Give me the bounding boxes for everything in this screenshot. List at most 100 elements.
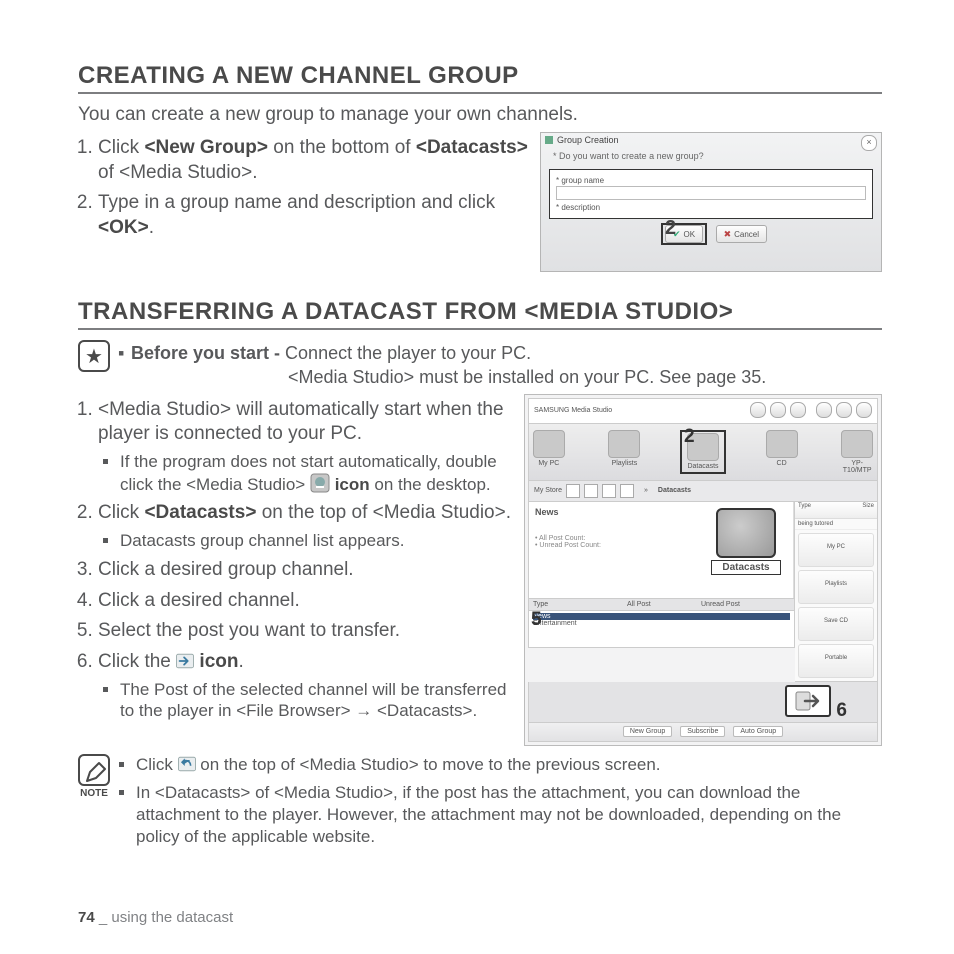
transfer-button-highlight: [785, 685, 831, 717]
before-you-start-text: ▪ Before you start - Connect the player …: [118, 340, 766, 390]
step-4: Click a desired channel.: [98, 589, 512, 614]
figure-media-studio: SAMSUNG Media Studio 2 My PC Playlists D…: [524, 394, 882, 746]
side-tab-mypc[interactable]: My PC: [798, 533, 874, 567]
heading-transfer-datacast: TRANSFERRING A DATACAST FROM <MEDIA STUD…: [78, 298, 882, 330]
tab-cd[interactable]: CD: [762, 430, 802, 474]
ms-titlebar: SAMSUNG Media Studio: [528, 398, 878, 424]
t: CD: [777, 460, 787, 467]
t: Entertainment: [533, 620, 603, 627]
ms-toolbar: My Store » Datacasts: [528, 481, 878, 502]
step-1: <Media Studio> will automatically start …: [98, 398, 512, 496]
breadcrumb-datacasts: Datacasts: [658, 487, 691, 494]
dialog-buttons: 2 ✔OK ✖Cancel: [541, 223, 881, 245]
note-block: NOTE Click on the top of <Media Studio> …: [78, 754, 882, 854]
toolbar-icon[interactable]: [620, 484, 634, 498]
toolbar-icon[interactable]: [602, 484, 616, 498]
col-unread: Unread Post: [701, 601, 740, 608]
t: on the desktop.: [370, 475, 491, 494]
steps-transfer: <Media Studio> will automatically start …: [78, 398, 512, 729]
t: on the top of <Media Studio> to move to …: [200, 755, 660, 774]
ms-right-pane: Type Size being tutored My PC Playlists S…: [795, 502, 878, 682]
sub-1: If the program does not start automatica…: [120, 451, 512, 496]
toolbar-icon[interactable]: [584, 484, 598, 498]
tab-playlists[interactable]: Playlists: [605, 430, 645, 474]
ms-brand: SAMSUNG Media Studio: [534, 407, 612, 414]
new-group-button[interactable]: New Group: [623, 726, 672, 737]
back-arrow-icon: [178, 756, 196, 772]
t: Playlists: [612, 460, 638, 467]
callout-6: 6: [836, 700, 847, 722]
t: <Media Studio> must be installed on your…: [118, 367, 766, 387]
t: <Datacasts>: [144, 502, 256, 523]
t: [627, 613, 677, 620]
datacasts-folder-icon[interactable]: [716, 508, 776, 558]
media-studio-desktop-icon: [310, 473, 330, 493]
ms-left-pane: News • All Post Count: • Unread Post Cou…: [529, 502, 794, 598]
substeps: The Post of the selected channel will be…: [98, 679, 512, 723]
callout-5: 5: [531, 609, 542, 631]
note-icon-col: NOTE: [78, 754, 110, 799]
note-1: Click on the top of <Media Studio> to mo…: [136, 754, 882, 776]
star-icon: ★: [78, 340, 110, 372]
ms-group-grid: Type All Post Unread Post 5 News: [528, 599, 795, 648]
t: My PC: [538, 460, 559, 467]
t: <New Group>: [144, 137, 268, 158]
side-tab-savecd[interactable]: Save CD: [798, 607, 874, 641]
t: All Post Count:: [539, 535, 585, 542]
t: Do you want to create a new group?: [559, 151, 704, 161]
window-control-icon[interactable]: [770, 402, 786, 418]
ms-transfer-bar: 6: [528, 682, 878, 723]
dialog-fields: * group name * description: [549, 169, 873, 219]
window-control-icon[interactable]: [750, 402, 766, 418]
t: Size: [862, 503, 874, 517]
t: Click: [98, 502, 144, 523]
col-allpost: All Post: [627, 601, 677, 608]
t: icon: [335, 475, 370, 494]
window-control-icon[interactable]: [836, 402, 852, 418]
t: _: [95, 909, 112, 926]
auto-group-button[interactable]: Auto Group: [733, 726, 783, 737]
t: <Media Studio> will automatically start …: [98, 399, 504, 445]
t: on the top of <Media Studio>.: [256, 502, 511, 523]
t: Click the: [98, 651, 176, 672]
window-control-icon[interactable]: [790, 402, 806, 418]
intro-text: You can create a new group to manage you…: [78, 104, 882, 126]
col-type: Type: [533, 601, 603, 608]
tab-device[interactable]: YP-T10/MTP: [837, 430, 877, 474]
t: <OK>: [98, 217, 149, 238]
step-5: Select the post you want to transfer.: [98, 619, 512, 644]
transfer-arrow-icon[interactable]: [795, 691, 821, 711]
close-icon[interactable]: ×: [861, 135, 877, 151]
input-group-name[interactable]: [556, 186, 866, 200]
note-label: NOTE: [78, 788, 110, 799]
t: Cancel: [734, 230, 759, 239]
cancel-button[interactable]: ✖Cancel: [716, 225, 767, 243]
substeps: If the program does not start automatica…: [98, 451, 512, 496]
t: of <Media Studio>.: [98, 162, 258, 183]
side-tab-playlists[interactable]: Playlists: [798, 570, 874, 604]
subscribe-button[interactable]: Subscribe: [680, 726, 725, 737]
tab-mypc[interactable]: My PC: [529, 430, 569, 474]
datacasts-folder-highlight: Datacasts: [711, 508, 781, 575]
grid-row[interactable]: Entertainment: [533, 620, 790, 627]
grid-row[interactable]: News: [533, 613, 790, 620]
grid-header: Type All Post Unread Post: [529, 599, 794, 611]
figure-group-creation-dialog: Group Creation × * Do you want to create…: [540, 132, 882, 272]
side-tab-portable[interactable]: Portable: [798, 644, 874, 678]
note-icon: [78, 754, 110, 786]
window-control-icon[interactable]: [856, 402, 872, 418]
dialog-question: * Do you want to create a new group?: [541, 147, 881, 167]
substeps: Datacasts group channel list appears.: [98, 530, 512, 552]
callout-2: 2: [684, 426, 695, 448]
file-row[interactable]: being tutored: [795, 519, 877, 530]
t: icon: [199, 651, 238, 672]
t: Type: [798, 503, 811, 517]
step-2: Click <Datacasts> on the top of <Media S…: [98, 501, 512, 551]
t: group name: [561, 176, 604, 185]
window-control-icon[interactable]: [816, 402, 832, 418]
t: [627, 620, 677, 627]
transfer-arrow-icon: [176, 653, 194, 669]
note-2: In <Datacasts> of <Media Studio>, if the…: [136, 782, 882, 848]
ms-category-bar: 2 My PC Playlists Datacasts CD YP-T10/MT…: [528, 424, 878, 481]
back-icon[interactable]: [566, 484, 580, 498]
